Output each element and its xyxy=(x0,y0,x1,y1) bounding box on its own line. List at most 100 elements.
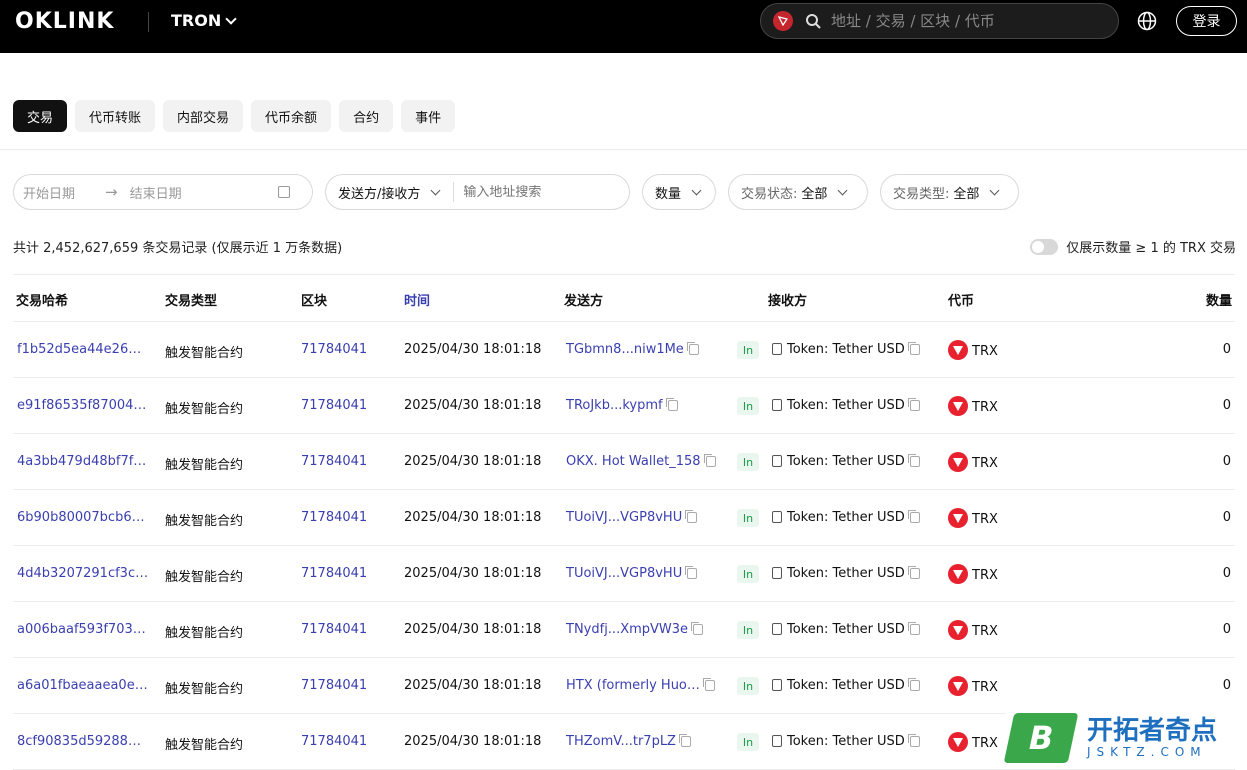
block-link[interactable]: 71784041 xyxy=(301,510,367,525)
table-row: 6b90b80007bcb6… 触发智能合约 71784041 2025/04/… xyxy=(13,490,1235,546)
block-link[interactable]: 71784041 xyxy=(301,622,367,637)
address-search-input[interactable] xyxy=(463,184,614,200)
tab-events[interactable]: 事件 xyxy=(401,100,456,132)
date-range-picker[interactable]: 开始日期 → 结束日期 xyxy=(13,174,313,210)
to-address-link[interactable]: Token: Tether USD xyxy=(787,398,905,413)
to-address-link[interactable]: Token: Tether USD xyxy=(787,678,905,693)
from-address-link[interactable]: HTX (formerly Huo… xyxy=(566,678,700,693)
to-cell: Token: Tether USD xyxy=(772,678,920,693)
tab-internal-transactions[interactable]: 内部交易 xyxy=(163,100,244,132)
chain-label: TRON xyxy=(171,11,222,30)
copy-icon[interactable] xyxy=(686,342,699,355)
tab-token-balances[interactable]: 代币余额 xyxy=(251,100,332,132)
address-filter[interactable]: 发送方/接收方 xyxy=(325,174,630,210)
to-cell: Token: Tether USD xyxy=(772,622,920,637)
tx-hash-link[interactable]: e91f86535f87004… xyxy=(17,398,146,413)
block-link[interactable]: 71784041 xyxy=(301,342,367,357)
from-address-link[interactable]: TNydfj...XmpVW3e xyxy=(566,622,688,637)
token-symbol[interactable]: TRX xyxy=(972,400,998,415)
to-address-link[interactable]: Token: Tether USD xyxy=(787,454,905,469)
to-address-link[interactable]: Token: Tether USD xyxy=(787,622,905,637)
globe-icon[interactable] xyxy=(1137,11,1157,31)
tron-icon[interactable] xyxy=(773,11,793,31)
token-symbol[interactable]: TRX xyxy=(972,736,998,751)
start-date-field[interactable]: 开始日期 xyxy=(23,183,75,202)
from-cell: HTX (formerly Huo… xyxy=(566,678,715,693)
from-address-link[interactable]: TRoJkb...kypmf xyxy=(566,398,663,413)
chevron-down-icon xyxy=(430,185,441,195)
tx-hash-link[interactable]: 8cf90835d59288… xyxy=(17,734,141,749)
from-address-link[interactable]: TGbmn8...niw1Me xyxy=(566,342,684,357)
to-cell: Token: Tether USD xyxy=(772,454,920,469)
arrow-right-icon: → xyxy=(105,183,118,201)
to-address-link[interactable]: Token: Tether USD xyxy=(787,342,905,357)
token-symbol[interactable]: TRX xyxy=(972,344,998,359)
block-link[interactable]: 71784041 xyxy=(301,398,367,413)
token-symbol[interactable]: TRX xyxy=(972,512,998,527)
chain-selector[interactable]: TRON xyxy=(171,11,237,30)
token-symbol[interactable]: TRX xyxy=(972,624,998,639)
block-link[interactable]: 71784041 xyxy=(301,678,367,693)
copy-icon[interactable] xyxy=(691,622,704,635)
copy-icon[interactable] xyxy=(907,622,920,635)
copy-icon[interactable] xyxy=(678,734,691,747)
status-filter[interactable]: 交易状态: 全部 xyxy=(728,174,868,210)
copy-icon[interactable] xyxy=(907,510,920,523)
tx-type: 触发智能合约 xyxy=(165,626,244,641)
type-filter-label: 交易类型: xyxy=(893,186,950,202)
to-address-link[interactable]: Token: Tether USD xyxy=(787,510,905,525)
table-row: 4a3bb479d48bf7f… 触发智能合约 71784041 2025/04… xyxy=(13,434,1235,490)
search-input[interactable] xyxy=(831,12,1091,30)
tx-hash-link[interactable]: 4a3bb479d48bf7f… xyxy=(17,454,146,469)
tx-hash-link[interactable]: f1b52d5ea44e26… xyxy=(17,342,141,357)
login-button[interactable]: 登录 xyxy=(1176,6,1237,36)
token-symbol[interactable]: TRX xyxy=(972,456,998,471)
from-address-link[interactable]: THZomV...tr7pLZ xyxy=(566,734,676,749)
tx-hash-link[interactable]: a6a01fbaeaaea0e… xyxy=(17,678,148,693)
tabs-divider xyxy=(0,149,1247,150)
end-date-field[interactable]: 结束日期 xyxy=(130,183,182,202)
tx-type: 触发智能合约 xyxy=(165,458,244,473)
copy-icon[interactable] xyxy=(702,678,715,691)
block-link[interactable]: 71784041 xyxy=(301,454,367,469)
search-bar[interactable] xyxy=(760,3,1119,39)
from-address-link[interactable]: TUoiVJ...VGP8vHU xyxy=(566,566,682,581)
col-time[interactable]: 时间 xyxy=(404,290,430,309)
copy-icon[interactable] xyxy=(907,342,920,355)
to-address-link[interactable]: Token: Tether USD xyxy=(787,566,905,581)
copy-icon[interactable] xyxy=(907,454,920,467)
copy-icon[interactable] xyxy=(907,734,920,747)
copy-icon[interactable] xyxy=(907,566,920,579)
type-filter[interactable]: 交易类型: 全部 xyxy=(880,174,1019,210)
tab-transactions[interactable]: 交易 xyxy=(13,100,68,132)
from-address-link[interactable]: TUoiVJ...VGP8vHU xyxy=(566,510,682,525)
tx-hash-link[interactable]: 4d4b3207291cf3c… xyxy=(17,566,148,581)
copy-icon[interactable] xyxy=(685,510,698,523)
tab-contract[interactable]: 合约 xyxy=(339,100,394,132)
token-symbol[interactable]: TRX xyxy=(972,680,998,695)
tx-time: 2025/04/30 18:01:18 xyxy=(404,510,542,525)
toggle-switch[interactable] xyxy=(1030,238,1059,255)
trx-filter-toggle[interactable]: 仅展示数量 ≥ 1 的 TRX 交易 xyxy=(1030,237,1236,256)
tx-hash-link[interactable]: a006baaf593f703… xyxy=(17,622,146,637)
copy-icon[interactable] xyxy=(685,566,698,579)
amount-filter[interactable]: 数量 xyxy=(642,174,716,210)
copy-icon[interactable] xyxy=(907,678,920,691)
block-link[interactable]: 71784041 xyxy=(301,566,367,581)
top-bar: OKLINK TRON 登录 xyxy=(0,0,1247,53)
copy-icon[interactable] xyxy=(665,398,678,411)
status-filter-value: 全部 xyxy=(801,186,828,202)
to-address-link[interactable]: Token: Tether USD xyxy=(787,734,905,749)
tx-hash-link[interactable]: 6b90b80007bcb6… xyxy=(17,510,145,525)
token-symbol[interactable]: TRX xyxy=(972,568,998,583)
oklink-logo[interactable]: OKLINK xyxy=(15,9,114,34)
copy-icon[interactable] xyxy=(703,454,716,467)
direction-select[interactable]: 发送方/接收方 xyxy=(338,183,420,202)
token-cell: TRX xyxy=(948,564,998,584)
copy-icon[interactable] xyxy=(907,398,920,411)
calendar-icon[interactable] xyxy=(277,186,290,198)
from-address-link[interactable]: OKX. Hot Wallet_158 xyxy=(566,454,701,469)
block-link[interactable]: 71784041 xyxy=(301,734,367,749)
token-cell: TRX xyxy=(948,396,998,416)
tab-token-transfers[interactable]: 代币转账 xyxy=(75,100,156,132)
